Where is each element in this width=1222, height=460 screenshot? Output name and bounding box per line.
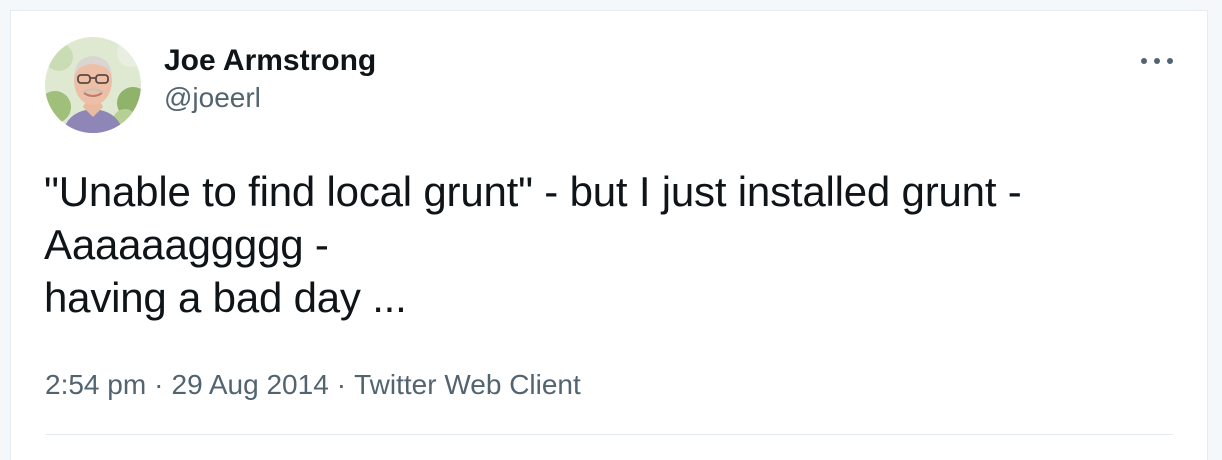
tweet-card: Joe Armstrong @joeerl "Unable to find lo…	[10, 10, 1208, 460]
more-horizontal-icon	[1141, 58, 1147, 64]
author-display-name[interactable]: Joe Armstrong	[164, 41, 376, 81]
more-options-button[interactable]	[1141, 49, 1173, 73]
tweet-metadata: 2:54 pm · 29 Aug 2014 · Twitter Web Client	[45, 367, 581, 403]
more-horizontal-icon-dot	[1154, 58, 1160, 64]
tweet-timestamp-date[interactable]: 29 Aug 2014	[172, 369, 329, 400]
author-info: Joe Armstrong @joeerl	[164, 41, 376, 115]
tweet-text-line: Aaaaaaggggg -	[44, 221, 329, 268]
author-handle[interactable]: @joeerl	[164, 81, 376, 115]
tweet-text-line: "Unable to find local grunt" - but I jus…	[44, 168, 1022, 215]
tweet-text-line: having a bad day ...	[44, 274, 407, 321]
tweet-timestamp-time[interactable]: 2:54 pm	[45, 369, 146, 400]
divider	[45, 434, 1173, 435]
tweet-source-link[interactable]: Twitter Web Client	[354, 369, 581, 400]
more-horizontal-icon-dot	[1167, 58, 1173, 64]
meta-separator: ·	[336, 369, 347, 400]
avatar[interactable]	[45, 37, 141, 133]
avatar-image	[45, 37, 141, 133]
meta-separator: ·	[154, 369, 164, 400]
tweet-text: "Unable to find local grunt" - but I jus…	[44, 165, 1184, 324]
